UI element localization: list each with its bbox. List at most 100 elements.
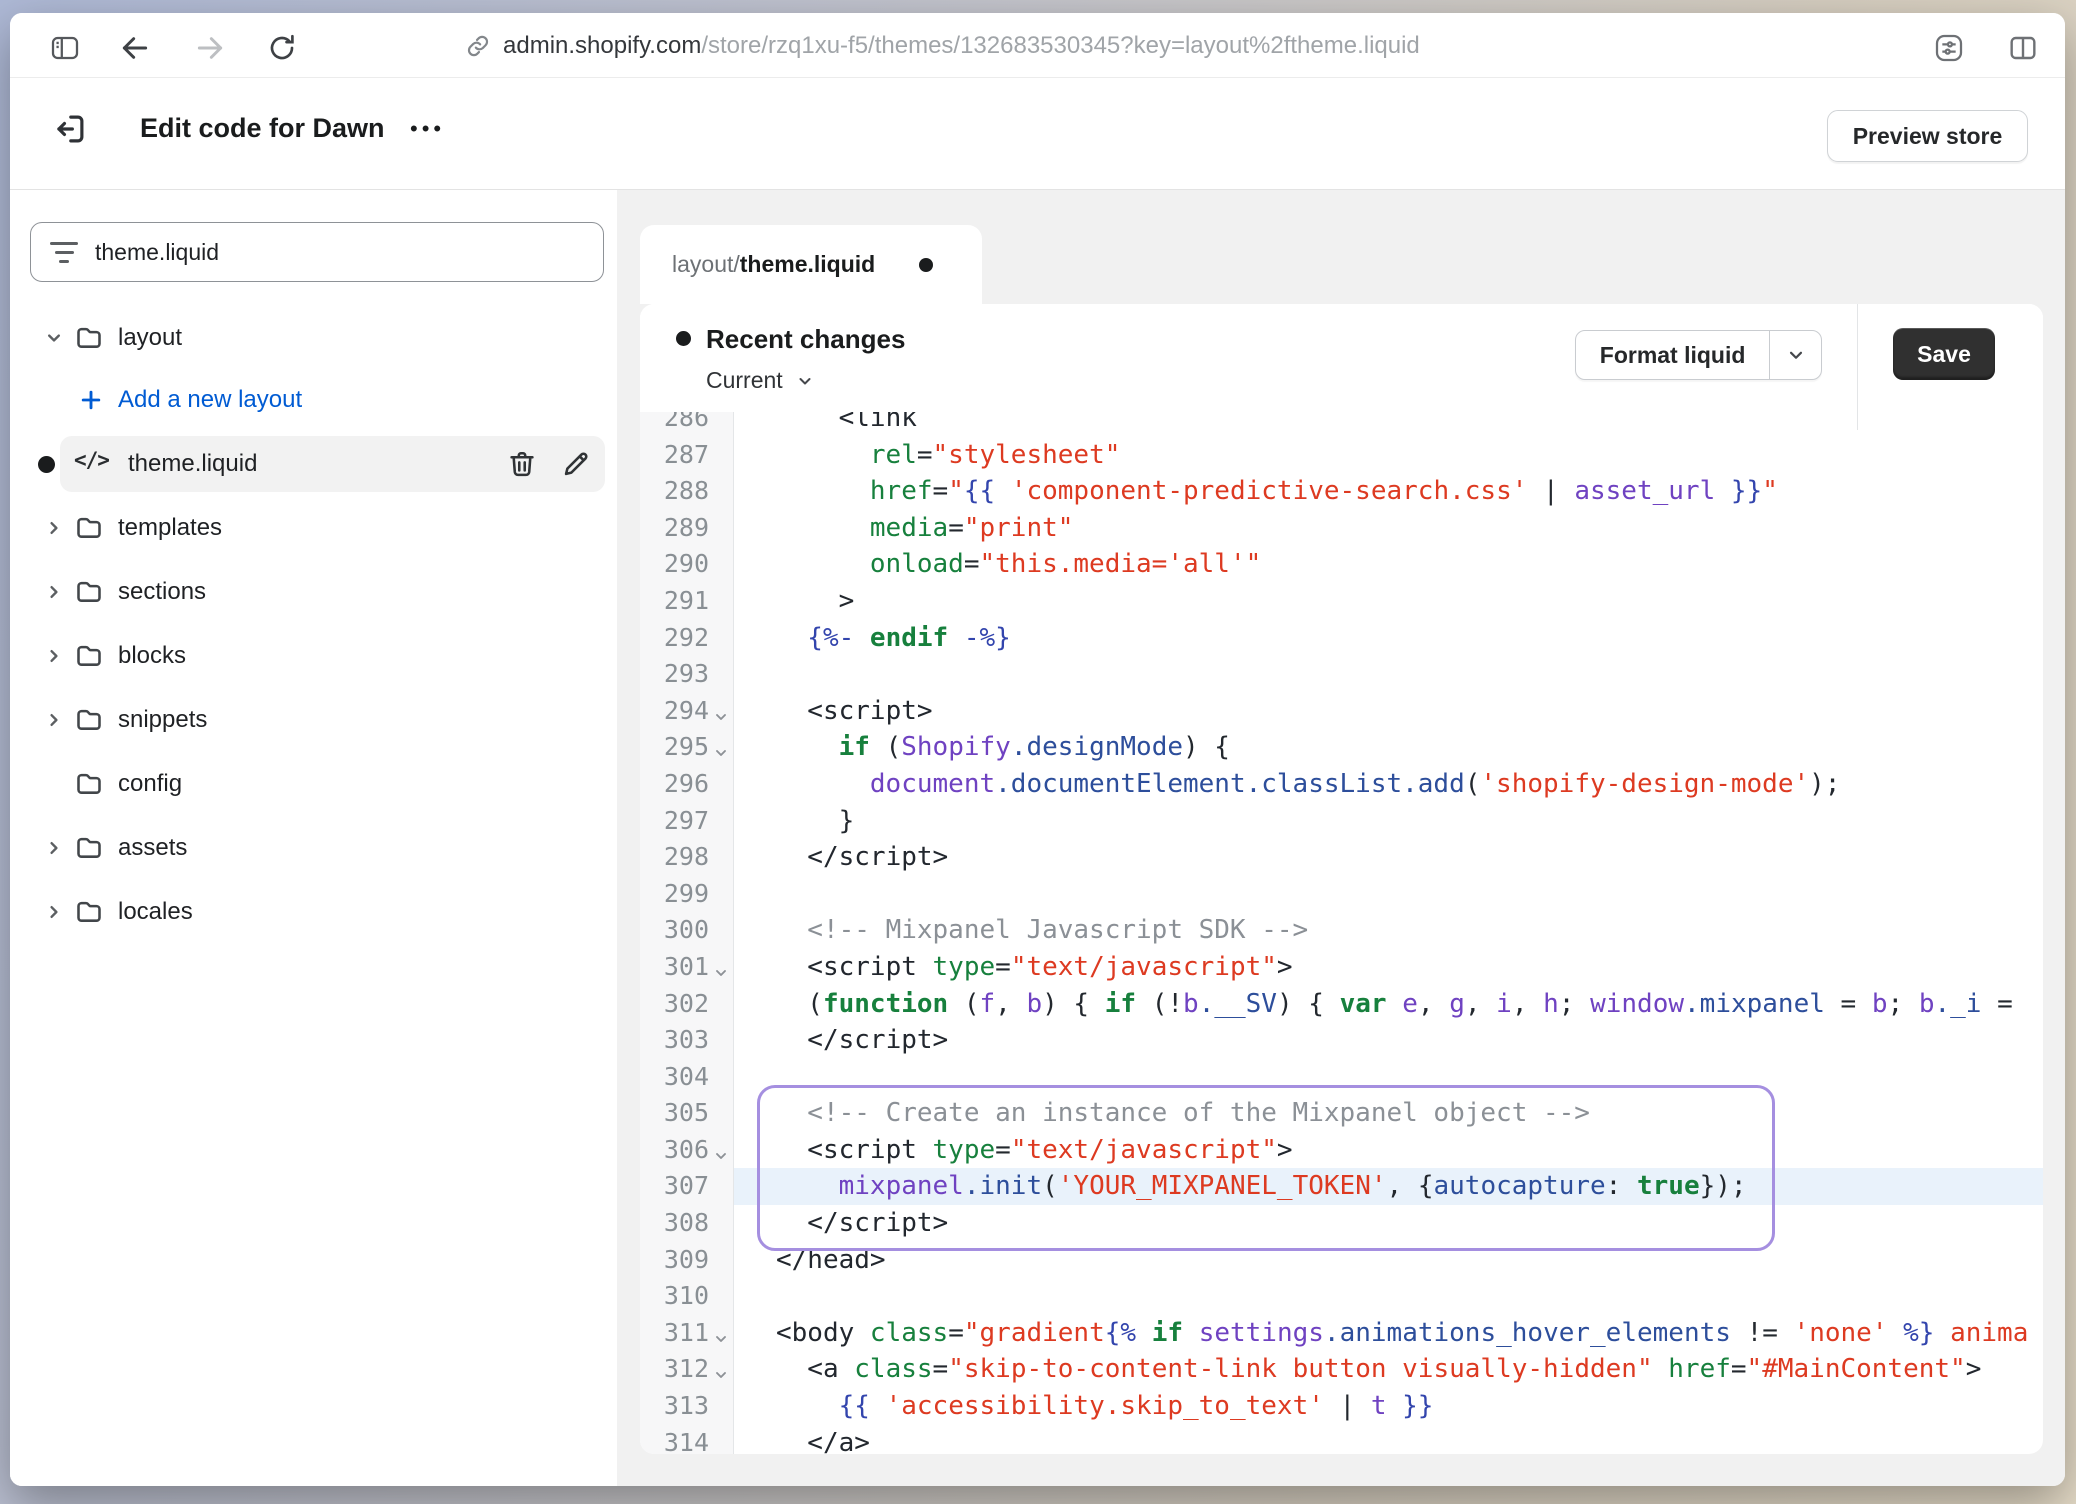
fold-chevron-icon[interactable] — [713, 735, 731, 753]
code-line[interactable]: 304 — [640, 1059, 2043, 1096]
code-line[interactable]: 295if (Shopify.designMode) { — [640, 729, 2043, 766]
code-text[interactable]: media="print" — [734, 510, 2043, 547]
code-line[interactable]: 293 — [640, 656, 2043, 693]
search-input[interactable] — [95, 239, 535, 266]
delete-file-icon[interactable] — [506, 448, 538, 480]
fold-chevron-icon[interactable] — [713, 1357, 731, 1375]
code-text[interactable]: {%- endif -%} — [734, 620, 2043, 657]
code-line[interactable]: 294<script> — [640, 693, 2043, 730]
sidebar-item-locales[interactable]: locales — [10, 890, 617, 934]
rename-file-icon[interactable] — [560, 448, 592, 480]
page-settings-icon[interactable] — [1932, 31, 1966, 65]
code-line[interactable]: 309</head> — [640, 1242, 2043, 1279]
code-line[interactable]: 288href="{{ 'component-predictive-search… — [640, 473, 2043, 510]
fold-chevron-icon[interactable] — [713, 1321, 731, 1339]
code-text[interactable]: </head> — [734, 1242, 2043, 1279]
format-options-chevron[interactable] — [1769, 331, 1821, 379]
sidebar-item-snippets[interactable]: snippets — [10, 698, 617, 742]
code-text[interactable]: <body class="gradient{% if settings.anim… — [734, 1315, 2043, 1352]
chevron-down-icon[interactable] — [42, 326, 66, 350]
code-line[interactable]: 314</a> — [640, 1425, 2043, 1454]
sidebar-item-assets[interactable]: assets — [10, 826, 617, 870]
chevron-right-icon[interactable] — [42, 580, 66, 604]
fold-chevron-icon[interactable] — [713, 1138, 731, 1156]
code-text[interactable]: <!-- Create an instance of the Mixpanel … — [734, 1095, 2043, 1132]
code-text[interactable]: <script type="text/javascript"> — [734, 1132, 2043, 1169]
code-line[interactable]: 299 — [640, 876, 2043, 913]
code-line[interactable]: 307mixpanel.init('YOUR_MIXPANEL_TOKEN', … — [640, 1168, 2043, 1205]
code-text[interactable] — [734, 1059, 2043, 1096]
format-liquid-button[interactable]: Format liquid — [1575, 330, 1822, 380]
code-text[interactable]: rel="stylesheet" — [734, 437, 2043, 474]
code-line[interactable]: 302(function (f, b) { if (!b.__SV) { var… — [640, 986, 2043, 1023]
code-editor[interactable]: 286<link287rel="stylesheet"288href="{{ '… — [640, 412, 2043, 1454]
code-line[interactable]: 310 — [640, 1278, 2043, 1315]
chevron-right-icon[interactable] — [42, 836, 66, 860]
forward-icon[interactable] — [193, 31, 227, 65]
fold-chevron-icon[interactable] — [713, 699, 731, 717]
fold-chevron-icon[interactable] — [713, 955, 731, 973]
code-text[interactable]: </script> — [734, 839, 2043, 876]
sidebar-item-config[interactable]: config — [10, 762, 617, 806]
code-line[interactable]: 287rel="stylesheet" — [640, 437, 2043, 474]
split-view-icon[interactable] — [2006, 31, 2040, 65]
code-text[interactable]: <script type="text/javascript"> — [734, 949, 2043, 986]
address-bar[interactable]: admin.shopify.com/store/rzq1xu-f5/themes… — [465, 13, 1420, 78]
code-text[interactable]: href="{{ 'component-predictive-search.cs… — [734, 473, 2043, 510]
chevron-right-icon[interactable] — [42, 708, 66, 732]
reload-icon[interactable] — [265, 31, 299, 65]
code-text[interactable]: onload="this.media='all'" — [734, 546, 2043, 583]
code-text[interactable]: </script> — [734, 1022, 2043, 1059]
chevron-right-icon[interactable] — [42, 516, 66, 540]
code-line[interactable]: 290onload="this.media='all'" — [640, 546, 2043, 583]
version-selector[interactable]: Current — [706, 367, 815, 394]
file-search-box[interactable] — [30, 222, 604, 282]
code-text[interactable]: <link — [734, 412, 2043, 437]
code-text[interactable]: <a class="skip-to-content-link button vi… — [734, 1351, 2043, 1388]
code-text[interactable]: </script> — [734, 1205, 2043, 1242]
sidebar-item-templates[interactable]: templates — [10, 506, 617, 550]
exit-editor-icon[interactable] — [49, 108, 91, 150]
code-text[interactable] — [734, 876, 2043, 913]
code-line[interactable]: 300<!-- Mixpanel Javascript SDK --> — [640, 912, 2043, 949]
save-button[interactable]: Save — [1893, 328, 1995, 380]
code-text[interactable]: <!-- Mixpanel Javascript SDK --> — [734, 912, 2043, 949]
sidebar-item-layout[interactable]: layout — [10, 316, 617, 360]
code-text[interactable] — [734, 656, 2043, 693]
code-line[interactable]: 305<!-- Create an instance of the Mixpan… — [640, 1095, 2043, 1132]
code-text[interactable]: {{ 'accessibility.skip_to_text' | t }} — [734, 1388, 2043, 1425]
code-line[interactable]: 298</script> — [640, 839, 2043, 876]
tab-theme-liquid[interactable]: layout/theme.liquid — [640, 225, 982, 304]
sidebar-item-theme.liquid[interactable]: </>theme.liquid — [10, 442, 617, 486]
code-line[interactable]: 312<a class="skip-to-content-link button… — [640, 1351, 2043, 1388]
sidebar-item-sections[interactable]: sections — [10, 570, 617, 614]
code-line[interactable]: 308</script> — [640, 1205, 2043, 1242]
code-text[interactable]: } — [734, 803, 2043, 840]
sidebar-item-blocks[interactable]: blocks — [10, 634, 617, 678]
code-line[interactable]: 306<script type="text/javascript"> — [640, 1132, 2043, 1169]
code-line[interactable]: 291> — [640, 583, 2043, 620]
code-line[interactable]: 311<body class="gradient{% if settings.a… — [640, 1315, 2043, 1352]
code-line[interactable]: 301<script type="text/javascript"> — [640, 949, 2043, 986]
code-line[interactable]: 289media="print" — [640, 510, 2043, 547]
code-line[interactable]: 292{%- endif -%} — [640, 620, 2043, 657]
preview-store-button[interactable]: Preview store — [1827, 110, 2028, 162]
code-text[interactable]: document.documentElement.classList.add('… — [734, 766, 2043, 803]
code-text[interactable]: (function (f, b) { if (!b.__SV) { var e,… — [734, 986, 2043, 1023]
chevron-right-icon[interactable] — [42, 644, 66, 668]
back-icon[interactable] — [118, 31, 152, 65]
chevron-right-icon[interactable] — [42, 900, 66, 924]
sidebar-toggle-icon[interactable] — [48, 31, 82, 65]
code-text[interactable]: </a> — [734, 1425, 2043, 1454]
code-line[interactable]: 296document.documentElement.classList.ad… — [640, 766, 2043, 803]
code-text[interactable]: if (Shopify.designMode) { — [734, 729, 2043, 766]
code-text[interactable]: > — [734, 583, 2043, 620]
more-options-button[interactable]: ••• — [410, 116, 445, 142]
code-line[interactable]: 303</script> — [640, 1022, 2043, 1059]
sidebar-action-add-a-new-layout[interactable]: Add a new layout — [10, 378, 617, 422]
code-line[interactable]: 297} — [640, 803, 2043, 840]
code-line[interactable]: 313{{ 'accessibility.skip_to_text' | t }… — [640, 1388, 2043, 1425]
code-text[interactable] — [734, 1278, 2043, 1315]
code-line[interactable]: 286<link — [640, 412, 2043, 437]
code-text[interactable]: <script> — [734, 693, 2043, 730]
